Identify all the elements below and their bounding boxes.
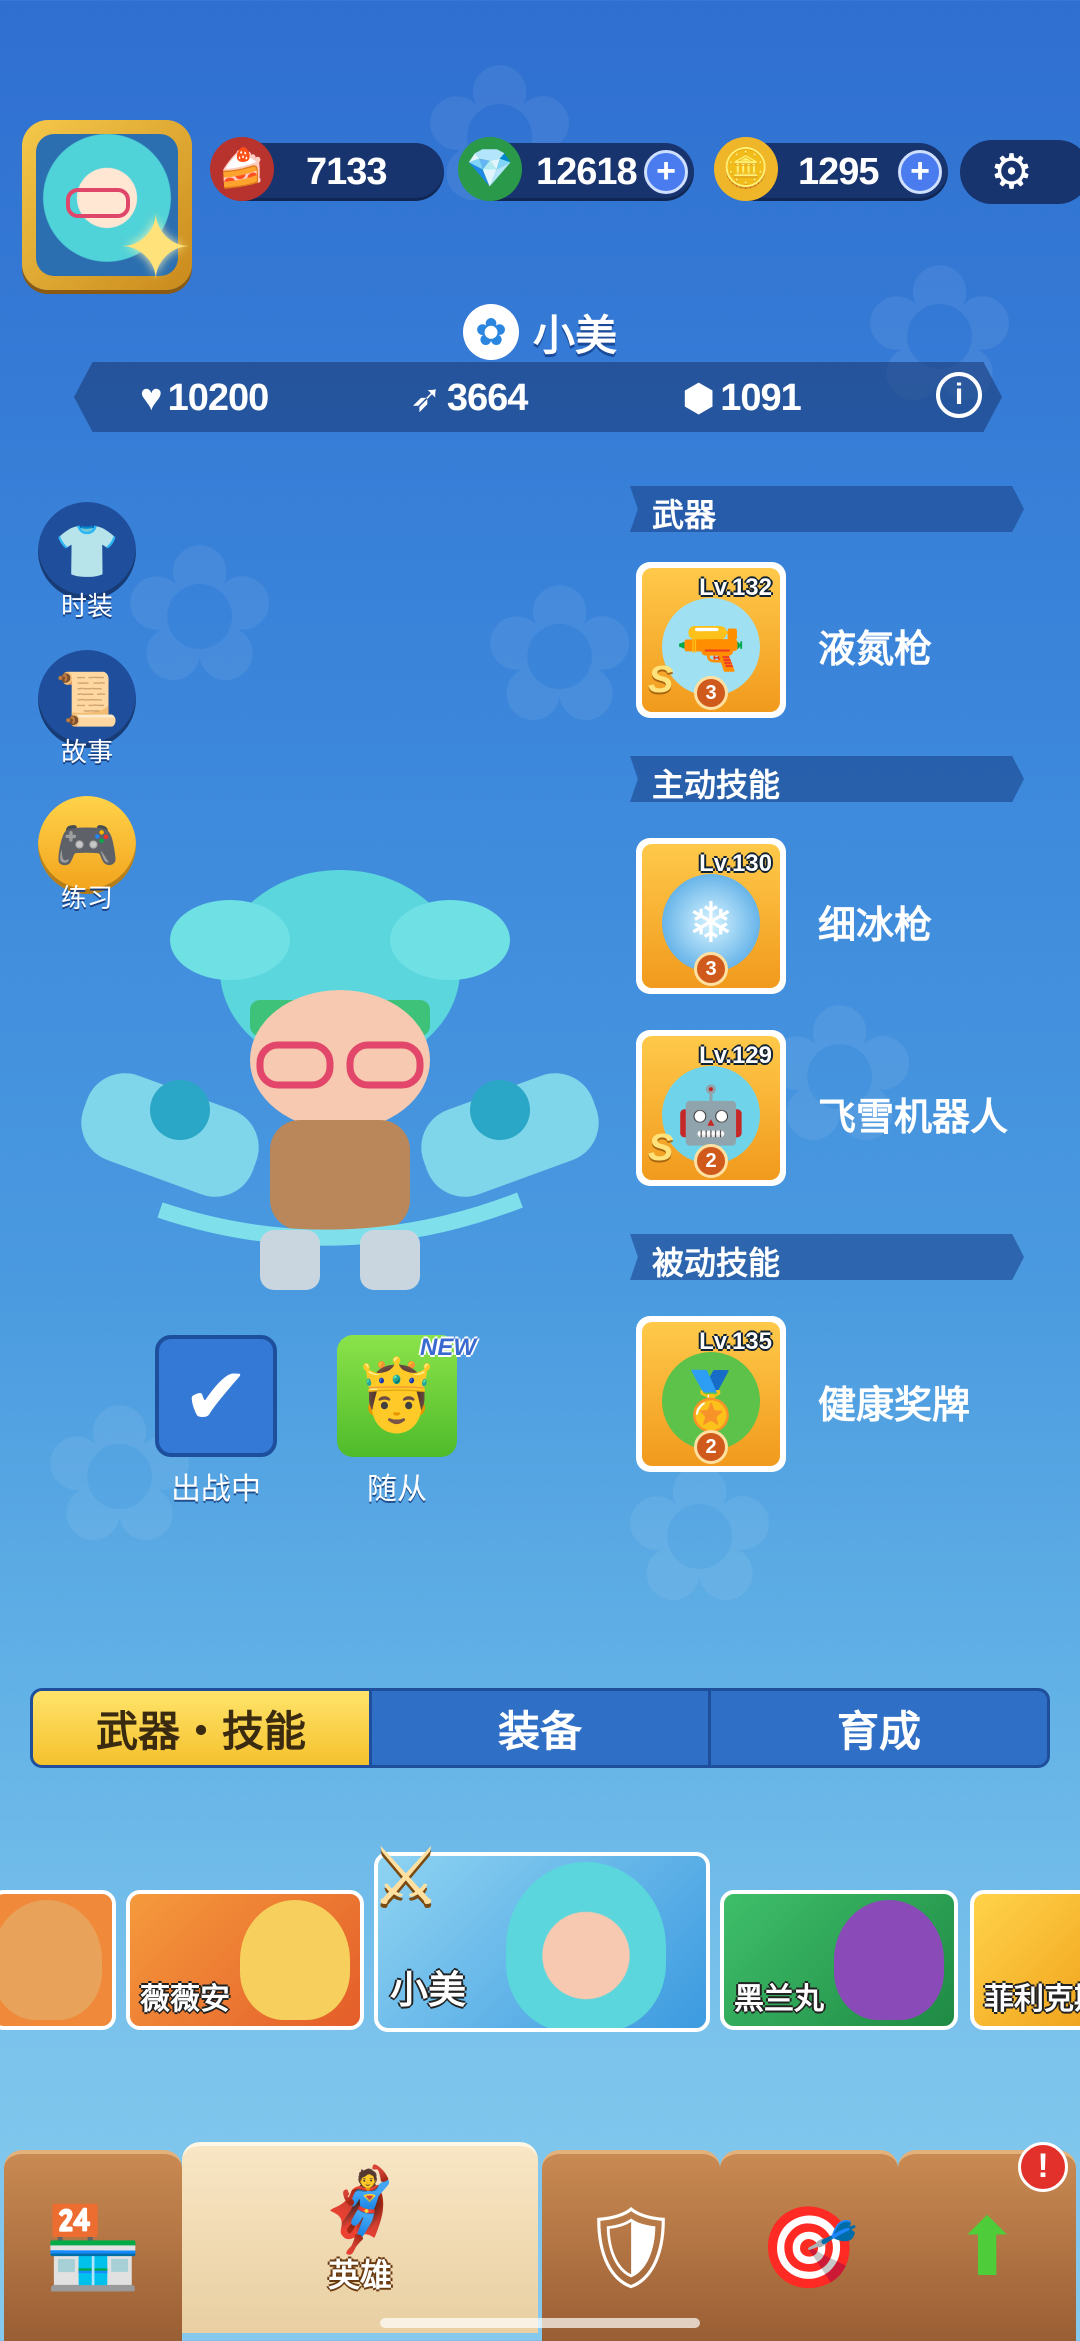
crossed-swords-icon: ⚔ (370, 1832, 442, 1921)
shop-icon: 🏪 (43, 2202, 143, 2292)
weapon-stars: 3 (694, 676, 728, 710)
active-skill-card-1[interactable]: ❄ Lv.130 3 (636, 838, 786, 994)
tab-weapon-skill[interactable]: 武器・技能 (33, 1691, 372, 1765)
weapon-section-title: 武器 (652, 497, 717, 533)
hero-class-icon: ✿ (462, 304, 519, 360)
add-gems-button[interactable]: + (644, 150, 688, 194)
passive-skill-level: Lv.135 (699, 1328, 772, 1355)
active-skill-2-name: 飞雪机器人 (818, 1097, 1009, 1139)
alert-badge: ! (1018, 2142, 1068, 2192)
passive-skill-name: 健康奖牌 (818, 1385, 971, 1427)
hero-card-vivian[interactable]: 薇薇安 (126, 1890, 364, 2030)
hero-portrait (240, 1900, 350, 2020)
coin-value: 1295 (798, 150, 880, 193)
weapon-card[interactable]: 🔫 Lv.132 S 3 (636, 562, 786, 718)
heart-icon: ♥ (140, 376, 163, 419)
cake-icon: 🍰 (210, 137, 274, 201)
hero-card-name: 小美 (390, 1970, 467, 2012)
hero-card-kuroranmaru[interactable]: 黑兰丸 (720, 1890, 958, 2030)
story-label: 故事 (60, 737, 113, 767)
deployed-label: 出战中 (171, 1473, 261, 1506)
hero-card-partial-left[interactable] (0, 1890, 116, 2030)
attack-icon: ➶ (410, 377, 442, 420)
hero-card-name: 薇薇安 (140, 1983, 230, 2016)
coin-counter: 🪙 1295 + (714, 137, 948, 201)
active-skill-1-stars: 3 (694, 952, 728, 986)
health-value: 10200 (167, 376, 270, 419)
star-icon: ✦ (118, 199, 194, 299)
follower-label: 随从 (367, 1473, 427, 1506)
stat-defense: ⬢ 1091 (682, 372, 802, 424)
up-arrow-icon: ⬆ (953, 2203, 1021, 2292)
hero-name-row: ✿ 小美 (0, 300, 1080, 364)
active-skill-2-level: Lv.129 (699, 1042, 772, 1069)
gem-icon: 💎 (458, 137, 522, 201)
active-skill-1-level: Lv.130 (699, 850, 772, 877)
hero-nav-icon: 🦸 (310, 2164, 410, 2254)
shirt-icon: 👕 (54, 522, 120, 581)
nav-battle[interactable]: 🛡 (542, 2150, 720, 2341)
hero-tabs: 武器・技能 装备 育成 (30, 1688, 1050, 1768)
coin-icon: 🪙 (714, 137, 778, 201)
background-flower-icon: ✿ (420, 29, 580, 241)
stats-info-button[interactable]: i (936, 372, 982, 418)
hero-portrait (0, 1900, 102, 2020)
active-skill-1-name: 细冰枪 (818, 905, 933, 947)
crown-face-icon: 🤴 (353, 1356, 441, 1434)
nav-hero-label: 英雄 (327, 2257, 392, 2293)
cake-counter: 🍰 7133 (210, 137, 444, 201)
hero-character-model (81, 870, 599, 1290)
nav-challenge[interactable]: 🎯 (720, 2150, 898, 2341)
new-badge: NEW (420, 1334, 476, 1361)
passive-skill-stars: 2 (694, 1430, 728, 1464)
weapon-name: 液氮枪 (818, 629, 933, 671)
gem-value: 12618 (536, 150, 638, 193)
fashion-label: 时装 (60, 591, 113, 621)
hero-card-felix[interactable]: 菲利克斯 (970, 1890, 1080, 2030)
hero-card-name: 黑兰丸 (734, 1983, 824, 2016)
hero-portrait (834, 1900, 944, 2020)
active-skill-2-stars: 2 (694, 1144, 728, 1178)
passive-skill-card[interactable]: 🏅 Lv.135 2 (636, 1316, 786, 1472)
attack-value: 3664 (446, 376, 529, 419)
weapon-grade: S (648, 659, 674, 701)
nav-hero[interactable]: 🦸 (182, 2142, 538, 2333)
defense-value: 1091 (720, 376, 802, 419)
stat-attack: ➶ 3664 (410, 372, 529, 424)
active-skill-card-2[interactable]: 🤖 Lv.129 S 2 (636, 1030, 786, 1186)
tab-training[interactable]: 育成 (711, 1691, 1047, 1765)
stat-health: ♥ 10200 (140, 372, 270, 424)
add-coins-button[interactable]: + (898, 150, 942, 194)
hero-name: 小美 (532, 311, 617, 359)
weapon-level: Lv.132 (699, 574, 772, 601)
tab-equipment[interactable]: 装备 (372, 1691, 711, 1765)
nav-shop[interactable]: 🏪 (4, 2150, 182, 2341)
active-skill-1-bg: ❄ Lv.130 3 (642, 844, 780, 988)
shield-icon: ⬢ (682, 377, 715, 420)
gem-counter: 💎 12618 + (458, 137, 694, 201)
home-indicator (380, 2318, 700, 2328)
deployed-toggle[interactable]: ✔ (155, 1335, 277, 1457)
passive-skill-bg: 🏅 Lv.135 2 (642, 1322, 780, 1466)
active-skill-2-bg: 🤖 Lv.129 S 2 (642, 1036, 780, 1180)
weapon-card-bg: 🔫 Lv.132 S 3 (642, 568, 780, 712)
settings-button[interactable]: ⚙ (960, 140, 1080, 204)
target-icon: 🎯 (759, 2202, 859, 2292)
story-book-icon: 📜 (54, 670, 120, 729)
hero-portrait (506, 1862, 666, 2028)
hero-card-name: 菲利克斯 (984, 1983, 1080, 2016)
passive-skill-section-title: 被动技能 (652, 1245, 781, 1281)
active-skill-2-grade: S (648, 1127, 674, 1169)
cake-value: 7133 (306, 150, 388, 193)
active-skill-section-title: 主动技能 (652, 767, 781, 803)
gear-icon: ⚙ (990, 146, 1034, 199)
battle-shield-icon: 🛡 (580, 2202, 682, 2292)
background-flower-icon: ✿ (480, 549, 640, 761)
checkmark-icon: ✔ (182, 1351, 250, 1441)
